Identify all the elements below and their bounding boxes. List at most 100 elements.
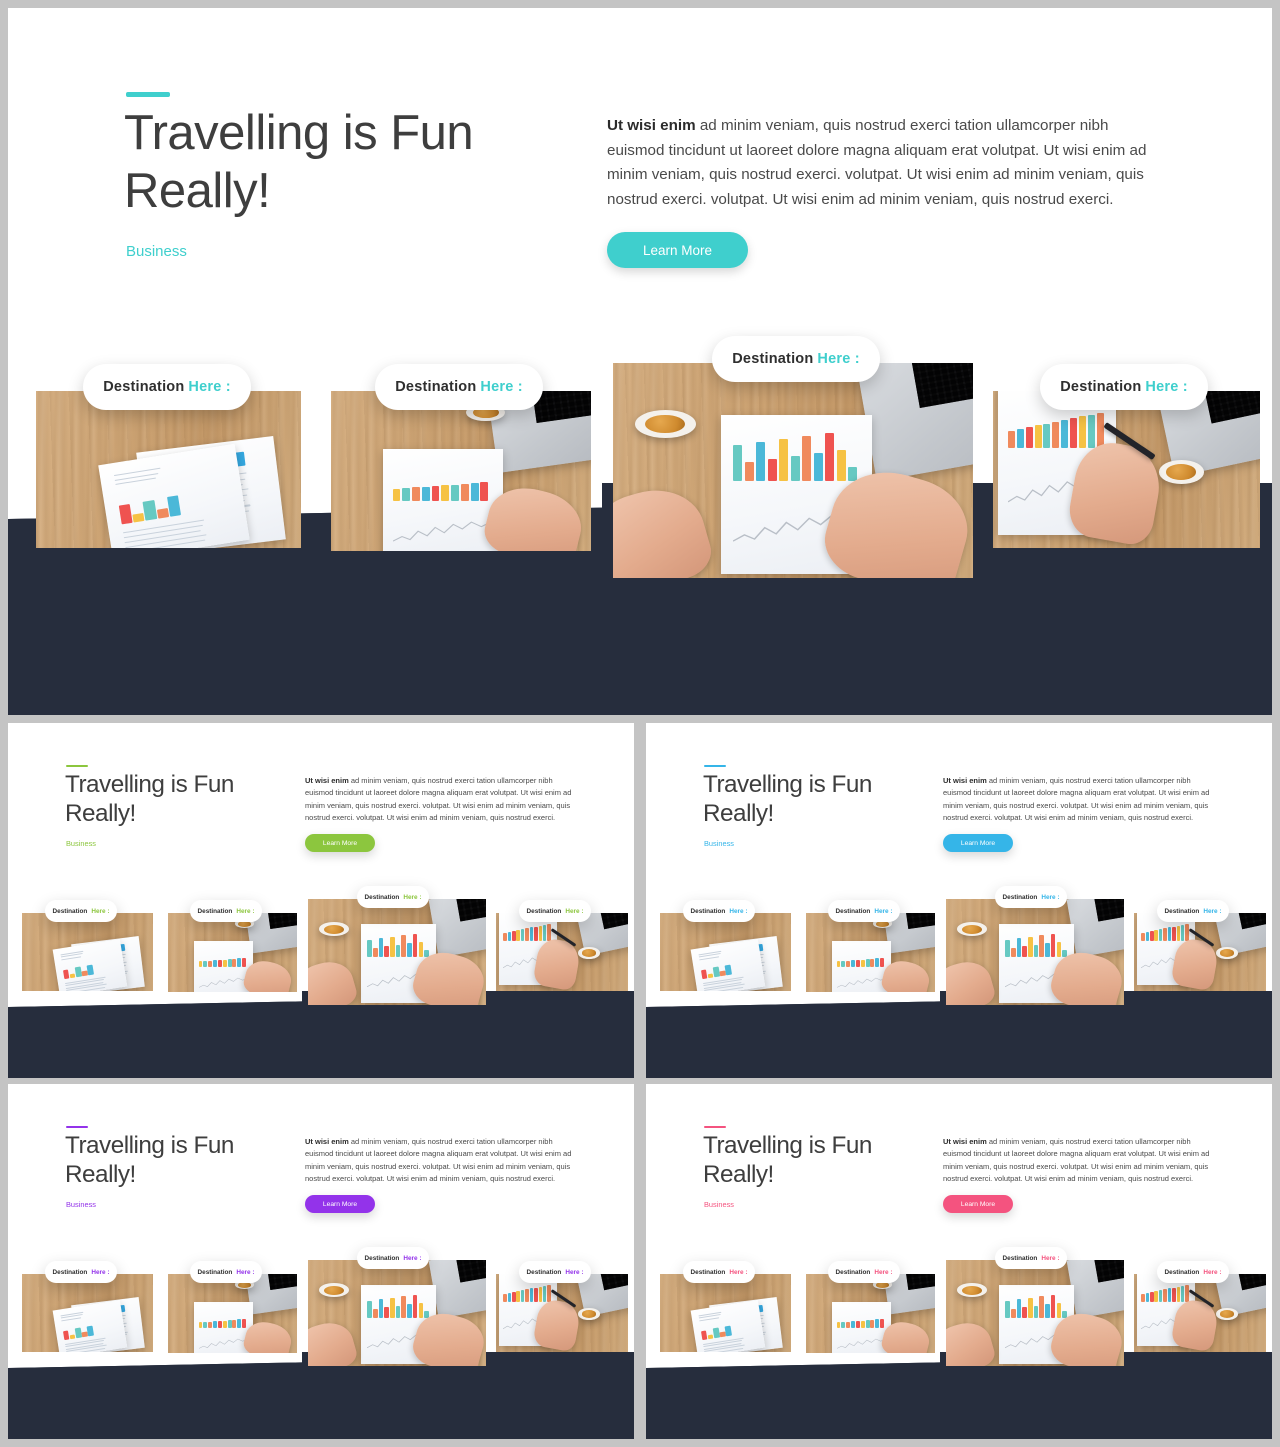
destination-card-photo	[36, 391, 301, 548]
destination-label-main: Destination	[835, 907, 871, 915]
destination-label-main: Destination	[197, 907, 233, 915]
photo-bar	[1039, 1296, 1044, 1319]
destination-pill[interactable]: Destination Here :	[712, 336, 880, 382]
photo-bar	[208, 1321, 213, 1329]
learn-more-button[interactable]: Learn More	[305, 834, 375, 852]
body-paragraph: Ut wisi enim ad minim veniam, quis nostr…	[943, 1137, 1210, 1184]
slide-hero[interactable]: Travelling is Fun Really! Business Ut wisi…	[8, 8, 1272, 715]
destination-card-photo	[496, 1274, 628, 1352]
destination-card[interactable]: Destination Here :	[806, 900, 935, 992]
destination-label-accent: Here :	[403, 1254, 422, 1262]
photo-bar	[1016, 429, 1024, 449]
photo-bar	[700, 969, 708, 980]
destination-pill[interactable]: Destination Here :	[519, 900, 591, 922]
slide-blue[interactable]: Travelling is Fun Really! Business Ut wisi…	[646, 723, 1272, 1078]
destination-card[interactable]: Destination Here :	[660, 900, 791, 991]
destination-card[interactable]: Destination Here :	[660, 1261, 791, 1352]
learn-more-button[interactable]: Learn More	[943, 1195, 1013, 1213]
destination-pill[interactable]: Destination Here :	[519, 1261, 591, 1283]
destination-label-main: Destination	[690, 907, 726, 915]
body-lead-text: Ut wisi enim	[607, 117, 696, 134]
destination-pill[interactable]: Destination Here :	[357, 1247, 429, 1269]
destination-pill[interactable]: Destination Here :	[375, 364, 543, 410]
photo-bar	[1176, 925, 1180, 942]
destination-pill[interactable]: Destination Here :	[45, 1261, 117, 1283]
slide-green[interactable]: Travelling is Fun Really! Business Ut wisi…	[8, 723, 634, 1078]
photo-bar	[470, 483, 479, 501]
photo-bar	[1050, 933, 1056, 958]
body-lead-text: Ut wisi enim	[943, 1137, 987, 1146]
destination-pill[interactable]: Destination Here :	[1040, 364, 1208, 410]
destination-pill[interactable]: Destination Here :	[1157, 1261, 1229, 1283]
destination-card[interactable]: Destination Here :	[496, 1261, 628, 1352]
photo-bar	[1045, 1304, 1050, 1319]
destination-card[interactable]: Destination Here :	[36, 364, 301, 548]
destination-pill[interactable]: Destination Here :	[683, 900, 755, 922]
destination-pill[interactable]: Destination Here :	[45, 900, 117, 922]
photo-bar	[213, 1321, 217, 1329]
body-paragraph: Ut wisi enim ad minim veniam, quis nostr…	[607, 117, 1147, 208]
destination-card[interactable]: Destination Here :	[168, 900, 297, 992]
photo-bar-chart	[392, 464, 489, 501]
accent-rule	[66, 765, 88, 767]
destination-card[interactable]: Destination Here :	[22, 1261, 153, 1352]
destination-label-main: Destination	[690, 1268, 726, 1276]
destination-label-accent: Here :	[91, 1268, 110, 1276]
destination-card[interactable]: Destination Here :	[806, 1261, 935, 1353]
photo-bar	[242, 958, 247, 968]
photo-bar	[395, 944, 401, 958]
destination-pill[interactable]: Destination Here :	[828, 900, 900, 922]
photo-bar	[1045, 943, 1050, 958]
photo-bar	[198, 1322, 203, 1329]
destination-card[interactable]: Destination Here :	[993, 364, 1260, 548]
destination-pill[interactable]: Destination Here :	[190, 1261, 262, 1283]
destination-card[interactable]: Destination Here :	[1134, 900, 1266, 991]
photo-bar	[542, 1285, 547, 1303]
destination-card[interactable]: Destination Here :	[168, 1261, 297, 1353]
destination-label-accent: Here :	[480, 379, 523, 395]
destination-pill[interactable]: Destination Here :	[190, 900, 262, 922]
photo-bar	[851, 960, 855, 968]
photo-bar	[1033, 944, 1039, 958]
learn-more-button[interactable]: Learn More	[607, 232, 748, 268]
destination-pill[interactable]: Destination Here :	[995, 886, 1067, 908]
photo-bar	[227, 1320, 232, 1329]
destination-card[interactable]: Destination Here :	[946, 1247, 1124, 1366]
body-paragraph: Ut wisi enim ad minim veniam, quis nostr…	[943, 776, 1210, 823]
photo-bar	[384, 1307, 389, 1319]
destination-label-accent: Here :	[565, 907, 584, 915]
destination-pill[interactable]: Destination Here :	[828, 1261, 900, 1283]
destination-card-photo	[22, 913, 153, 991]
learn-more-button[interactable]: Learn More	[943, 834, 1013, 852]
destination-pill[interactable]: Destination Here :	[357, 886, 429, 908]
photo-bar	[1154, 930, 1158, 942]
destination-card[interactable]: Destination Here :	[946, 886, 1124, 1005]
slide-purple[interactable]: Travelling is Fun Really! Business Ut wisi…	[8, 1084, 634, 1439]
destination-card[interactable]: Destination Here :	[308, 886, 486, 1005]
photo-bar	[222, 959, 227, 968]
slide-pink[interactable]: Travelling is Fun Really! Business Ut wisi…	[646, 1084, 1272, 1439]
photo-bar	[733, 445, 743, 482]
photo-bar	[503, 932, 507, 942]
destination-card[interactable]: Destination Here :	[496, 900, 628, 991]
destination-pill[interactable]: Destination Here :	[83, 364, 251, 410]
photo-bar	[855, 1320, 860, 1329]
destination-card[interactable]: Destination Here :	[1134, 1261, 1266, 1352]
photo-bar	[1167, 927, 1172, 942]
photo-bar	[860, 959, 865, 968]
learn-more-button[interactable]: Learn More	[305, 1195, 375, 1213]
destination-card[interactable]: Destination Here :	[613, 336, 973, 578]
photo-bar	[367, 939, 372, 958]
destination-pill[interactable]: Destination Here :	[683, 1261, 755, 1283]
destination-pill[interactable]: Destination Here :	[995, 1247, 1067, 1269]
photo-bar-chart	[700, 1321, 732, 1341]
photo-bar	[520, 1290, 525, 1303]
destination-card[interactable]: Destination Here :	[22, 900, 153, 991]
photo-bar	[841, 961, 846, 968]
destination-card[interactable]: Destination Here :	[308, 1247, 486, 1366]
destination-card[interactable]: Destination Here :	[331, 364, 591, 551]
photo-bar	[227, 959, 232, 968]
photo-bar	[373, 947, 378, 958]
photo-bar-chart	[733, 431, 858, 482]
destination-pill[interactable]: Destination Here :	[1157, 900, 1229, 922]
